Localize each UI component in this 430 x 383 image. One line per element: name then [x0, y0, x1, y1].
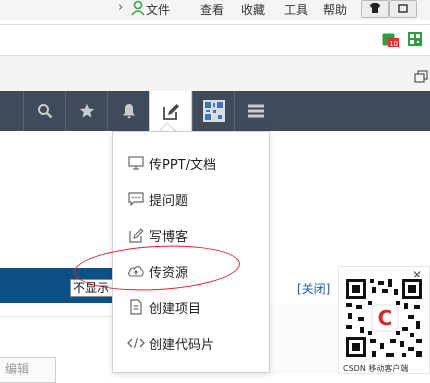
- site-toolbar: [0, 91, 430, 132]
- qr-button[interactable]: [192, 91, 234, 131]
- star-icon: [79, 103, 94, 118]
- pencil-square-icon: [127, 227, 145, 243]
- menu-help[interactable]: 帮助: [323, 1, 347, 18]
- edit-icon: [162, 103, 179, 120]
- search-icon: [37, 104, 52, 119]
- favorites-button[interactable]: [65, 91, 107, 131]
- close-link[interactable]: [关闭]: [297, 280, 330, 297]
- menu-item-label: 提问题: [149, 193, 189, 209]
- menu-item-label: 写博客: [149, 229, 189, 245]
- code-icon: [127, 337, 145, 349]
- menu-item-write-blog[interactable]: 写博客: [113, 217, 269, 253]
- browser-menubar: › 文件 查看 收藏 工具 帮助: [0, 0, 430, 20]
- csdn-logo: C: [378, 306, 393, 330]
- write-dropdown-menu: 传PPT/文档 提问题 写博客 传资源 创建项目 创建代码片: [112, 131, 270, 373]
- content-panel: [270, 304, 338, 374]
- more-menu-button[interactable]: [234, 91, 276, 131]
- menu-tools[interactable]: 工具: [284, 1, 308, 18]
- browser-strip: [0, 56, 430, 92]
- search-button[interactable]: [23, 91, 65, 131]
- menu-item-ask-question[interactable]: 提问题: [113, 181, 269, 217]
- edit-button[interactable]: 编辑: [0, 357, 56, 383]
- menu-item-label: 创建代码片: [149, 337, 215, 353]
- qr-extension-icon[interactable]: [408, 31, 422, 50]
- calendar-extension-icon[interactable]: 10: [382, 32, 400, 51]
- menu-item-label: 传资源: [149, 265, 189, 281]
- menu-item-upload-ppt[interactable]: 传PPT/文档: [113, 145, 269, 181]
- bell-icon: [122, 104, 135, 119]
- cloud-upload-icon: [127, 264, 145, 278]
- qr-popup: ✕ C CSDN 移动客户端: [338, 266, 430, 374]
- chevron-right-icon[interactable]: ›: [118, 0, 123, 15]
- menu-item-upload-resource[interactable]: 传资源: [113, 253, 269, 289]
- chat-bubble-icon: [127, 192, 145, 206]
- menu-view[interactable]: 查看: [200, 1, 224, 18]
- display-select[interactable]: 不显示: [70, 279, 118, 297]
- menu-item-label: 传PPT/文档: [149, 157, 216, 173]
- user-icon[interactable]: [131, 0, 145, 19]
- monitor-icon: [127, 156, 145, 170]
- divider: [0, 316, 112, 317]
- notifications-button[interactable]: [107, 91, 149, 131]
- address-bar-row: 10: [0, 24, 430, 56]
- menu-icon: [247, 104, 264, 118]
- menu-item-create-snippet[interactable]: 创建代码片: [113, 325, 269, 361]
- menu-item-create-project[interactable]: 创建项目: [113, 289, 269, 325]
- svg-text:10: 10: [389, 40, 398, 48]
- qr-icon: [202, 100, 225, 122]
- document-icon: [127, 299, 145, 315]
- menu-favorites[interactable]: 收藏: [241, 1, 265, 18]
- window-restore-icon[interactable]: [389, 0, 417, 18]
- qr-code: C: [344, 277, 424, 359]
- restore-icon[interactable]: [414, 70, 428, 87]
- shirt-icon[interactable]: [361, 0, 389, 18]
- menu-item-label: 创建项目: [149, 301, 202, 317]
- qr-caption: CSDN 移动客户端: [343, 364, 409, 373]
- menu-file[interactable]: 文件: [146, 1, 170, 18]
